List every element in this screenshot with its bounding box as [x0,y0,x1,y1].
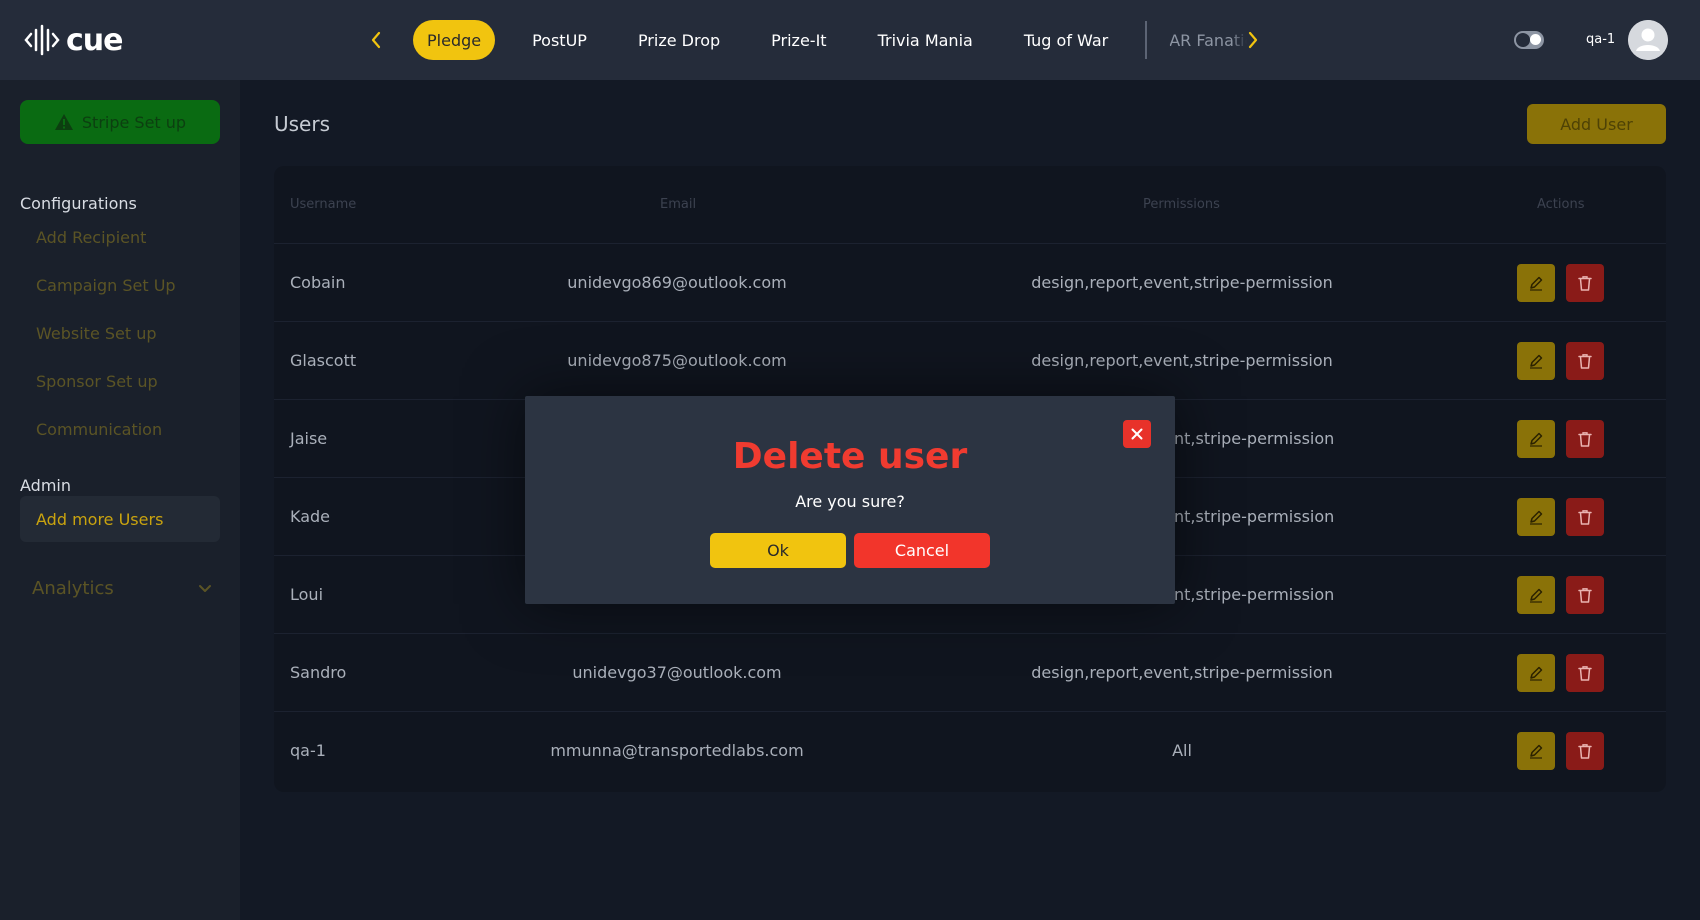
cancel-button[interactable]: Cancel [854,533,990,568]
ok-button[interactable]: Ok [710,533,846,568]
dialog-title: Delete user [732,436,968,477]
dialog-message: Are you sure? [795,492,905,511]
modal-overlay: Delete user Are you sure? Ok Cancel [0,0,1700,920]
delete-user-dialog: Delete user Are you sure? Ok Cancel [525,396,1175,604]
